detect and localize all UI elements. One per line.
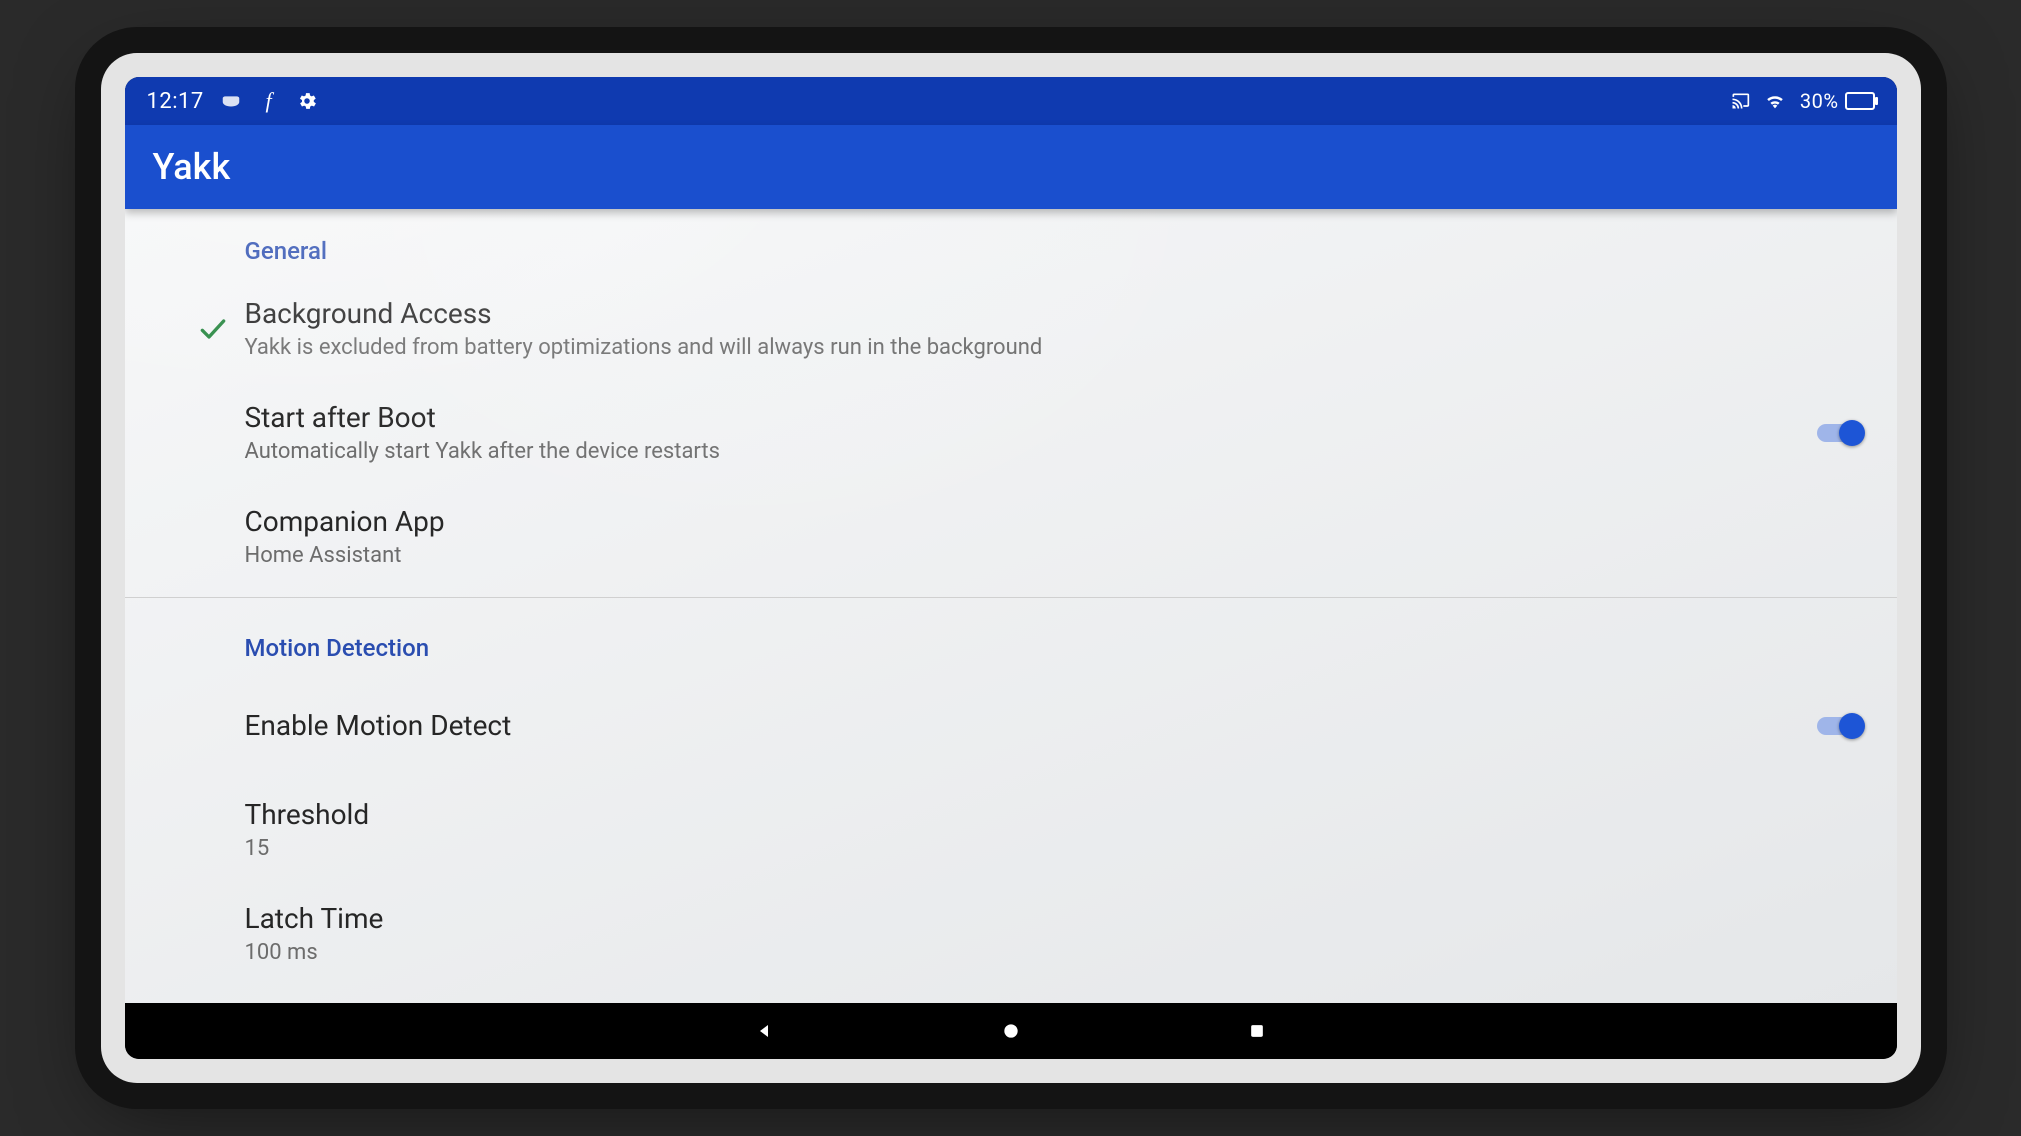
pref-title: Background Access [245, 298, 1861, 330]
f-icon: f [258, 90, 280, 112]
settings-content: General Background Access Yakk is exclud… [125, 209, 1897, 1003]
tablet-frame: 12:17 f 30% [101, 53, 1921, 1083]
nav-bar [125, 1003, 1897, 1059]
battery-percent: 30% [1800, 89, 1839, 113]
section-general: General Background Access Yakk is exclud… [125, 209, 1897, 589]
section-divider [125, 597, 1897, 598]
pref-sub: Automatically start Yakk after the devic… [245, 439, 1793, 464]
pref-title: Companion App [245, 506, 1861, 538]
pref-camera-preview[interactable]: Camera Preview Test and adjust your sett… [125, 986, 1897, 1003]
section-header-general: General [125, 209, 1897, 277]
pref-enable-motion[interactable]: Enable Motion Detect [125, 674, 1897, 778]
section-header-motion: Motion Detection [125, 606, 1897, 674]
pref-sub: 15 [245, 836, 1861, 861]
pref-threshold[interactable]: Threshold 15 [125, 778, 1897, 882]
mask-icon [220, 90, 242, 112]
cast-icon [1730, 91, 1750, 111]
gear-icon [296, 90, 318, 112]
pref-title: Start after Boot [245, 402, 1793, 434]
pref-sub: Home Assistant [245, 543, 1861, 568]
nav-recents[interactable] [1244, 1018, 1270, 1044]
pref-latch-time[interactable]: Latch Time 100 ms [125, 882, 1897, 986]
battery-indicator: 30% [1800, 89, 1875, 113]
screen: 12:17 f 30% [125, 77, 1897, 1059]
check-icon [181, 313, 245, 345]
pref-background-access[interactable]: Background Access Yakk is excluded from … [125, 277, 1897, 381]
status-time: 12:17 [147, 89, 204, 114]
switch-enable-motion[interactable] [1817, 717, 1861, 735]
pref-title: Latch Time [245, 903, 1861, 935]
pref-start-after-boot[interactable]: Start after Boot Automatically start Yak… [125, 381, 1897, 485]
section-motion: Motion Detection Enable Motion Detect Th… [125, 606, 1897, 1003]
pref-title: Threshold [245, 799, 1861, 831]
pref-sub: 100 ms [245, 940, 1861, 965]
wifi-icon [1764, 90, 1786, 112]
app-title: Yakk [153, 146, 231, 188]
pref-title: Enable Motion Detect [245, 710, 1793, 742]
pref-companion-app[interactable]: Companion App Home Assistant [125, 485, 1897, 589]
pref-sub: Yakk is excluded from battery optimizati… [245, 335, 1861, 360]
battery-icon [1845, 92, 1875, 110]
nav-home[interactable] [998, 1018, 1024, 1044]
status-bar: 12:17 f 30% [125, 77, 1897, 125]
switch-start-after-boot[interactable] [1817, 424, 1861, 442]
app-bar: Yakk [125, 125, 1897, 209]
nav-back[interactable] [752, 1018, 778, 1044]
